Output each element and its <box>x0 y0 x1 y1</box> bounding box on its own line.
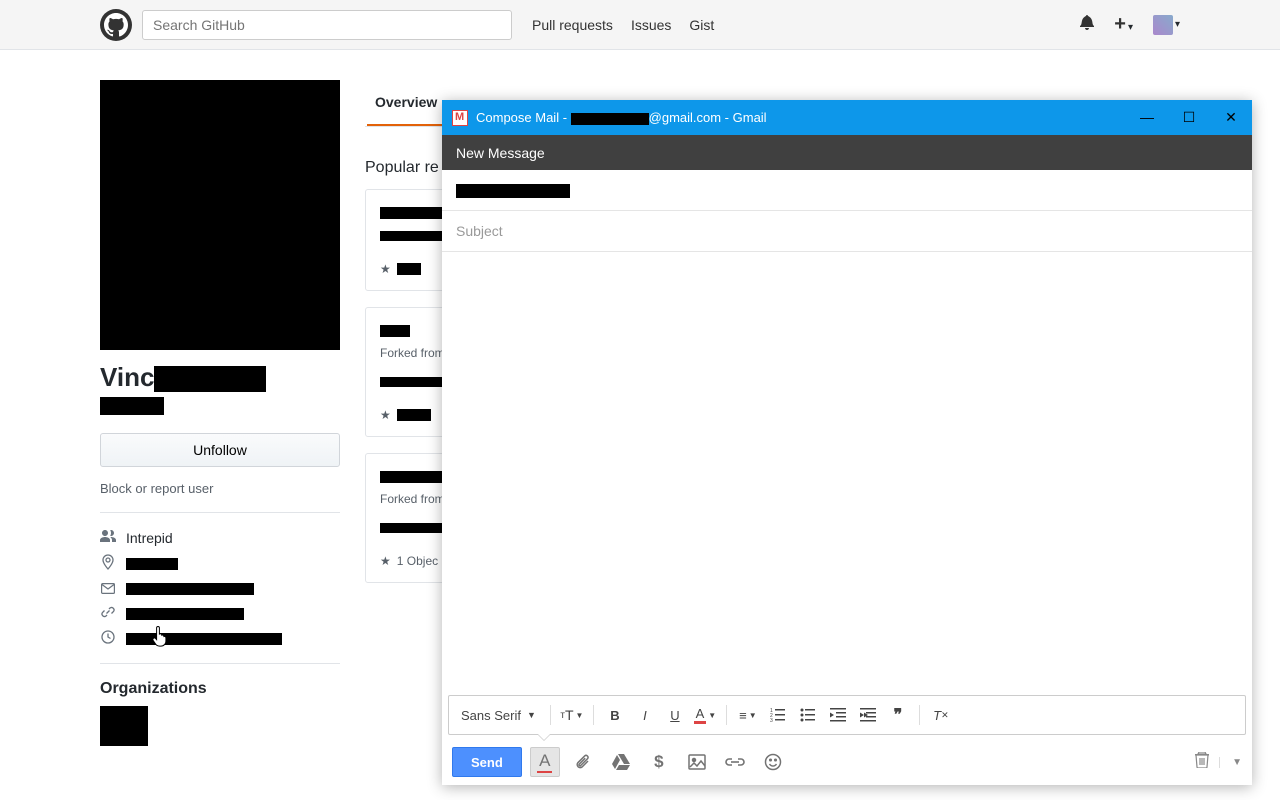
star-icon: ★ <box>380 262 391 276</box>
bullet-list-button[interactable] <box>795 701 821 729</box>
font-family-select[interactable]: Sans Serif▼ <box>455 708 542 723</box>
font-size-button[interactable]: тT▼ <box>559 701 585 729</box>
numbered-list-button[interactable]: 123 <box>765 701 791 729</box>
formatting-toggle-button[interactable]: A <box>530 747 560 777</box>
indent-more-button[interactable] <box>855 701 881 729</box>
insert-photo-button[interactable] <box>682 747 712 777</box>
link-icon <box>100 605 116 622</box>
star-icon: ★ <box>380 408 391 422</box>
italic-button[interactable]: I <box>632 701 658 729</box>
bold-button[interactable]: B <box>602 701 628 729</box>
text-color-button[interactable]: A▼ <box>692 701 718 729</box>
profile-url[interactable] <box>100 605 340 622</box>
window-close-button[interactable]: ✕ <box>1222 109 1240 126</box>
compose-header[interactable]: New Message <box>442 135 1252 170</box>
window-maximize-button[interactable]: ☐ <box>1180 109 1198 126</box>
profile-fullname: Vinc <box>100 362 340 393</box>
insert-link-button[interactable] <box>720 747 750 777</box>
github-header: Pull requests Issues Gist +▾ ▾ <box>0 0 1280 50</box>
gmail-icon <box>452 110 468 126</box>
remove-formatting-button[interactable]: T✕ <box>928 701 954 729</box>
star-icon: ★ <box>380 554 391 568</box>
github-logo[interactable] <box>100 9 132 41</box>
more-options-button[interactable]: ▼ <box>1219 757 1242 768</box>
insert-money-button[interactable]: $ <box>644 747 674 777</box>
discard-draft-button[interactable] <box>1195 752 1209 773</box>
header-right: +▾ ▾ <box>1080 13 1180 36</box>
svg-text:3: 3 <box>770 718 773 722</box>
people-icon <box>100 529 116 546</box>
profile-avatar[interactable] <box>100 80 340 350</box>
mail-icon <box>100 581 116 597</box>
org-avatar[interactable] <box>100 706 148 746</box>
insert-drive-button[interactable] <box>606 747 636 777</box>
clock-icon <box>100 630 116 647</box>
location-icon <box>100 554 116 573</box>
notifications-icon[interactable] <box>1080 14 1094 35</box>
organizations-heading: Organizations <box>100 680 340 698</box>
send-button[interactable]: Send <box>452 747 522 777</box>
nav-issues[interactable]: Issues <box>631 17 671 33</box>
avatar <box>1153 15 1173 35</box>
to-field[interactable] <box>442 170 1252 211</box>
window-minimize-button[interactable]: — <box>1138 109 1156 126</box>
profile-email[interactable] <box>100 581 340 597</box>
subject-field[interactable]: Subject <box>442 211 1252 252</box>
window-titlebar[interactable]: Compose Mail - @gmail.com - Gmail — ☐ ✕ <box>442 100 1252 135</box>
github-mark-icon <box>104 13 128 37</box>
insert-emoji-button[interactable] <box>758 747 788 777</box>
profile-joined <box>100 630 340 647</box>
search-input[interactable] <box>142 10 512 40</box>
block-report-link[interactable]: Block or report user <box>100 481 340 496</box>
profile-sidebar: Vinc Unfollow Block or report user Intre… <box>100 80 340 746</box>
gmail-compose-window: Compose Mail - @gmail.com - Gmail — ☐ ✕ … <box>442 100 1252 785</box>
formatting-toolbar: Sans Serif▼ тT▼ B I U A▼ ≡▼ 123 ❞ T✕ <box>448 695 1246 735</box>
nav-pull-requests[interactable]: Pull requests <box>532 17 613 33</box>
profile-location <box>100 554 340 573</box>
profile-username <box>100 397 340 415</box>
send-toolbar: Send A $ ▼ <box>442 739 1252 785</box>
top-nav: Pull requests Issues Gist <box>532 17 714 33</box>
create-new-button[interactable]: +▾ <box>1114 13 1133 36</box>
message-body[interactable] <box>442 252 1252 695</box>
quote-button[interactable]: ❞ <box>885 701 911 729</box>
profile-company: Intrepid <box>100 529 340 546</box>
underline-button[interactable]: U <box>662 701 688 729</box>
tab-overview[interactable]: Overview <box>367 80 445 126</box>
nav-gist[interactable]: Gist <box>689 17 714 33</box>
indent-less-button[interactable] <box>825 701 851 729</box>
unfollow-button[interactable]: Unfollow <box>100 433 340 467</box>
align-button[interactable]: ≡▼ <box>735 701 761 729</box>
attach-file-button[interactable] <box>568 747 598 777</box>
window-title-text: Compose Mail - @gmail.com - Gmail <box>476 110 767 125</box>
user-menu[interactable]: ▾ <box>1153 15 1180 35</box>
